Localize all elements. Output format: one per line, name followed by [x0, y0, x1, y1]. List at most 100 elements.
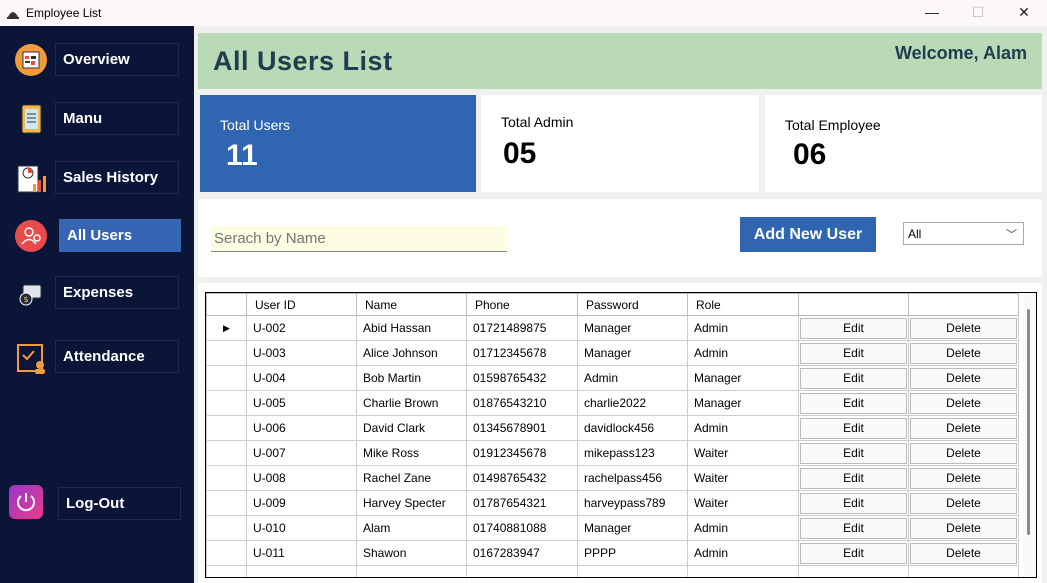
password-cell[interactable]: mikepass123	[577, 440, 688, 466]
phone-cell[interactable]: 01912345678	[466, 440, 578, 466]
table-row[interactable]: ▶ U-002 Abid Hassan 01721489875 Manager Admin…	[206, 315, 1019, 341]
logout-item[interactable]: Log-Out	[0, 484, 194, 524]
user-id-cell[interactable]: U-009	[246, 490, 357, 516]
name-cell[interactable]: Charlie Brown	[356, 390, 467, 416]
name-cell[interactable]: Rachel Zane	[356, 465, 467, 491]
row-selector[interactable]	[206, 465, 247, 491]
role-cell[interactable]: Admin	[687, 515, 799, 541]
delete-button[interactable]: Delete	[910, 492, 1017, 514]
delete-button[interactable]: Delete	[910, 417, 1017, 439]
role-cell[interactable]: Admin	[687, 415, 799, 441]
sidebar-item-label[interactable]: All Users	[59, 219, 181, 252]
table-row[interactable]: U-003 Alice Johnson 01712345678 Manager Admi…	[206, 340, 1019, 366]
password-cell[interactable]: charlie2022	[577, 390, 688, 416]
user-id-cell[interactable]: U-003	[246, 340, 357, 366]
vertical-scrollbar[interactable]	[1023, 293, 1036, 577]
user-id-cell[interactable]: U-010	[246, 515, 357, 541]
search-input[interactable]	[211, 226, 507, 252]
delete-button[interactable]: Delete	[910, 442, 1017, 464]
row-selector[interactable]	[206, 340, 247, 366]
sidebar-item-label[interactable]: Manu	[55, 102, 179, 135]
name-cell[interactable]: Mike Ross	[356, 440, 467, 466]
role-cell[interactable]: Waiter	[687, 490, 799, 516]
edit-button[interactable]: Edit	[800, 317, 907, 339]
password-cell[interactable]: Manager	[577, 340, 688, 366]
delete-button[interactable]: Delete	[910, 542, 1017, 564]
user-id-cell[interactable]: U-006	[246, 415, 357, 441]
sidebar-item-all-users[interactable]: All Users	[0, 216, 194, 256]
password-cell[interactable]: Admin	[577, 365, 688, 391]
column-header[interactable]: Name	[356, 293, 467, 316]
role-cell[interactable]: Manager	[687, 390, 799, 416]
edit-button[interactable]: Edit	[800, 467, 907, 489]
delete-button[interactable]: Delete	[910, 517, 1017, 539]
password-cell[interactable]: Manager	[577, 515, 688, 541]
role-cell[interactable]: Waiter	[687, 440, 799, 466]
role-cell[interactable]: Admin	[687, 340, 799, 366]
sidebar-item-overview[interactable]: Overview	[0, 40, 194, 80]
password-cell[interactable]: davidlock456	[577, 415, 688, 441]
sidebar-item-label[interactable]: Sales History	[55, 161, 179, 194]
name-cell[interactable]: David Clark	[356, 415, 467, 441]
role-cell[interactable]: Waiter	[687, 465, 799, 491]
phone-cell[interactable]: 01740881088	[466, 515, 578, 541]
edit-button[interactable]: Edit	[800, 342, 907, 364]
sidebar-item-sales-history[interactable]: Sales History	[0, 158, 194, 198]
column-header[interactable]: Role	[687, 293, 799, 316]
password-cell[interactable]: rachelpass456	[577, 465, 688, 491]
delete-button[interactable]: Delete	[910, 317, 1017, 339]
table-row[interactable]: U-005 Charlie Brown 01876543210 charlie2022…	[206, 390, 1019, 416]
phone-cell[interactable]: 01598765432	[466, 365, 578, 391]
table-row[interactable]: U-011 Shawon 0167283947 PPPP Admin Edit Delete	[206, 540, 1019, 566]
user-id-cell[interactable]: U-002	[246, 315, 357, 341]
table-row[interactable]: U-004 Bob Martin 01598765432 Admin Manager Ed…	[206, 365, 1019, 391]
phone-cell[interactable]: 0167283947	[466, 540, 578, 566]
user-id-cell[interactable]: U-008	[246, 465, 357, 491]
sidebar-item-menu[interactable]: Manu	[0, 99, 194, 139]
delete-button[interactable]: Delete	[910, 467, 1017, 489]
row-selector[interactable]	[206, 515, 247, 541]
column-header[interactable]: Phone	[466, 293, 578, 316]
row-selector[interactable]	[206, 390, 247, 416]
delete-button[interactable]: Delete	[910, 367, 1017, 389]
table-row[interactable]	[206, 565, 1019, 577]
close-button[interactable]: ✕	[1001, 0, 1047, 24]
row-selector[interactable]	[206, 440, 247, 466]
column-header[interactable]	[908, 293, 1019, 316]
user-id-cell[interactable]: U-007	[246, 440, 357, 466]
edit-button[interactable]: Edit	[800, 417, 907, 439]
name-cell[interactable]: Shawon	[356, 540, 467, 566]
edit-button[interactable]: Edit	[800, 442, 907, 464]
sidebar-item-attendance[interactable]: Attendance	[0, 337, 194, 377]
name-cell[interactable]: Harvey Specter	[356, 490, 467, 516]
role-cell[interactable]: Admin	[687, 315, 799, 341]
add-user-button[interactable]: Add New User	[740, 217, 876, 252]
logout-button[interactable]: Log-Out	[58, 487, 181, 520]
role-cell[interactable]: Manager	[687, 365, 799, 391]
role-filter-select[interactable]: All ﹀	[903, 222, 1024, 245]
users-table[interactable]: User ID Name Phone Password Role ▶ U-002 A…	[205, 292, 1037, 578]
role-cell[interactable]: Admin	[687, 540, 799, 566]
edit-button[interactable]: Edit	[800, 367, 907, 389]
column-header[interactable]: Password	[577, 293, 688, 316]
sidebar-item-label[interactable]: Expenses	[55, 276, 179, 309]
sidebar-item-label[interactable]: Overview	[55, 43, 179, 76]
edit-button[interactable]: Edit	[800, 392, 907, 414]
name-cell[interactable]: Alice Johnson	[356, 340, 467, 366]
edit-button[interactable]: Edit	[800, 492, 907, 514]
sidebar-item-label[interactable]: Attendance	[55, 340, 179, 373]
phone-cell[interactable]: 01787654321	[466, 490, 578, 516]
row-selector[interactable]	[206, 490, 247, 516]
table-row[interactable]: U-009 Harvey Specter 01787654321 harveypass…	[206, 490, 1019, 516]
user-id-cell[interactable]: U-005	[246, 390, 357, 416]
sidebar-item-expenses[interactable]: $ Expenses	[0, 273, 194, 313]
row-selector[interactable]	[206, 365, 247, 391]
user-id-cell[interactable]: U-011	[246, 540, 357, 566]
phone-cell[interactable]: 01345678901	[466, 415, 578, 441]
user-id-cell[interactable]: U-004	[246, 365, 357, 391]
phone-cell[interactable]: 01876543210	[466, 390, 578, 416]
name-cell[interactable]: Bob Martin	[356, 365, 467, 391]
table-row[interactable]: U-008 Rachel Zane 01498765432 rachelpass456…	[206, 465, 1019, 491]
maximize-button[interactable]: ☐	[955, 0, 1001, 24]
row-selector[interactable]	[206, 540, 247, 566]
